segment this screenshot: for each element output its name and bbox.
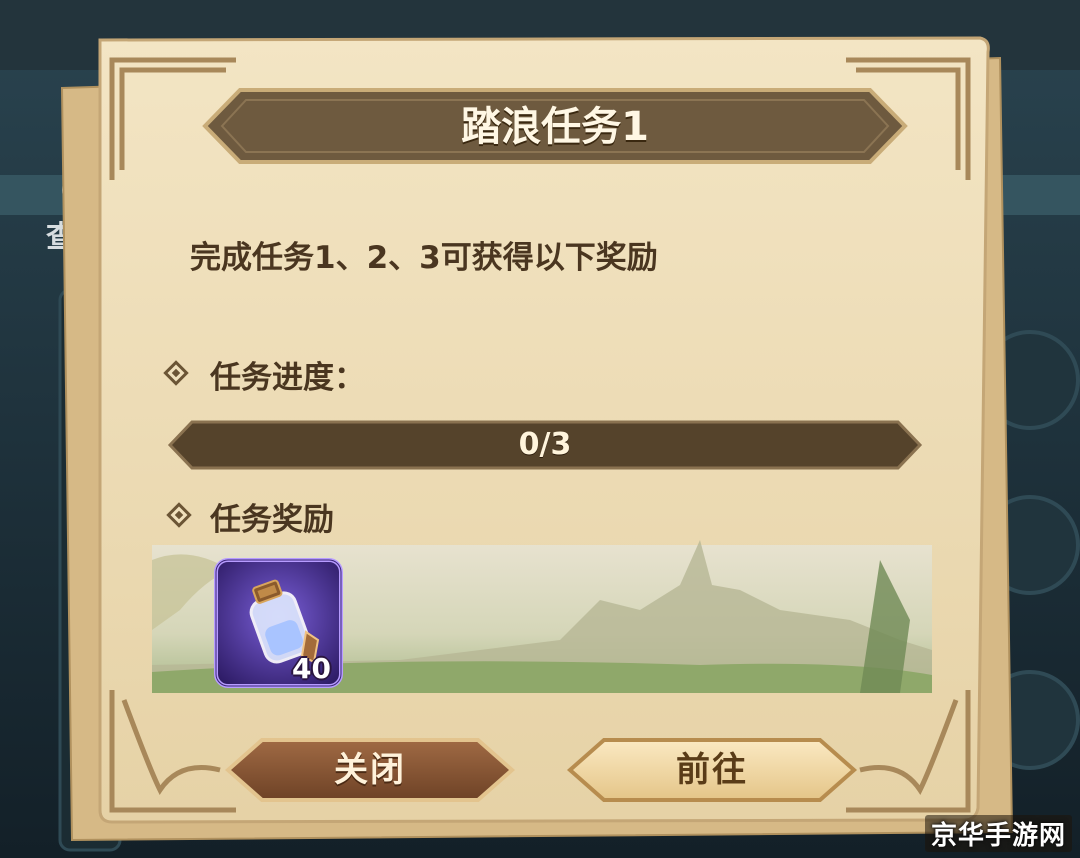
task-description: 完成任务1、2、3可获得以下奖励 bbox=[190, 240, 658, 276]
reward-quantity: 40 bbox=[292, 652, 331, 685]
dialog-title: 踏浪任务1 bbox=[461, 104, 649, 150]
go-button-label: 前往 bbox=[676, 750, 748, 790]
close-button-label: 关闭 bbox=[334, 750, 406, 790]
site-watermark: 京华手游网 bbox=[924, 815, 1072, 852]
progress-section-label: 任务进度： bbox=[210, 360, 365, 396]
reward-section-label: 任务奖励 bbox=[210, 502, 334, 538]
progress-value: 0/3 bbox=[518, 427, 572, 462]
